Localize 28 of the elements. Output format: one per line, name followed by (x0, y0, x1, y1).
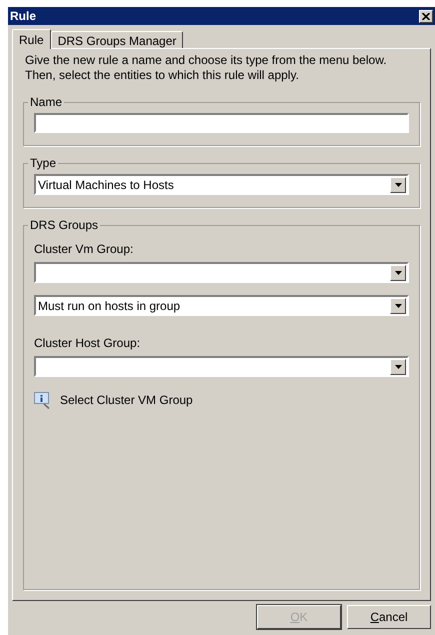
info-magnifier-icon (34, 392, 52, 408)
dropdown-field[interactable]: Must run on hosts in group (34, 295, 409, 316)
window-title: Rule (10, 8, 36, 25)
dropdown-field[interactable]: Virtual Machines to Hosts (34, 174, 409, 195)
instruction-text: Give the new rule a name and choose its type from the menu below. (25, 53, 388, 68)
tab[interactable]: DRS Groups Manager (50, 31, 184, 48)
caret-down-icon (394, 182, 402, 186)
dropdown-field[interactable] (34, 262, 409, 283)
group-legend: DRS Groups (28, 216, 100, 234)
instruction-text: Then, select the entities to which this rule will apply. (25, 68, 300, 83)
caret-down-icon (394, 270, 402, 274)
dropdown-field[interactable] (34, 356, 409, 377)
dropdown-arrow-button[interactable] (390, 298, 406, 314)
select-group-link[interactable]: Select Cluster VM Group (60, 391, 193, 409)
tab[interactable]: Rule (12, 29, 51, 49)
field-label: Cluster Host Group: (34, 335, 142, 352)
name-input[interactable] (34, 113, 409, 133)
group-legend: Type (28, 154, 58, 172)
dropdown-arrow-button[interactable] (390, 176, 406, 192)
dropdown-arrow-button[interactable] (390, 264, 406, 280)
dialog-button[interactable]: Cancel (347, 605, 431, 629)
close-button[interactable] (419, 10, 433, 22)
group-legend: Name (28, 93, 64, 111)
dropdown-arrow-button[interactable] (390, 358, 406, 374)
field-label: Cluster Vm Group: (34, 241, 134, 258)
caret-down-icon (394, 304, 402, 308)
close-icon (422, 12, 430, 20)
caret-down-icon (394, 364, 402, 368)
